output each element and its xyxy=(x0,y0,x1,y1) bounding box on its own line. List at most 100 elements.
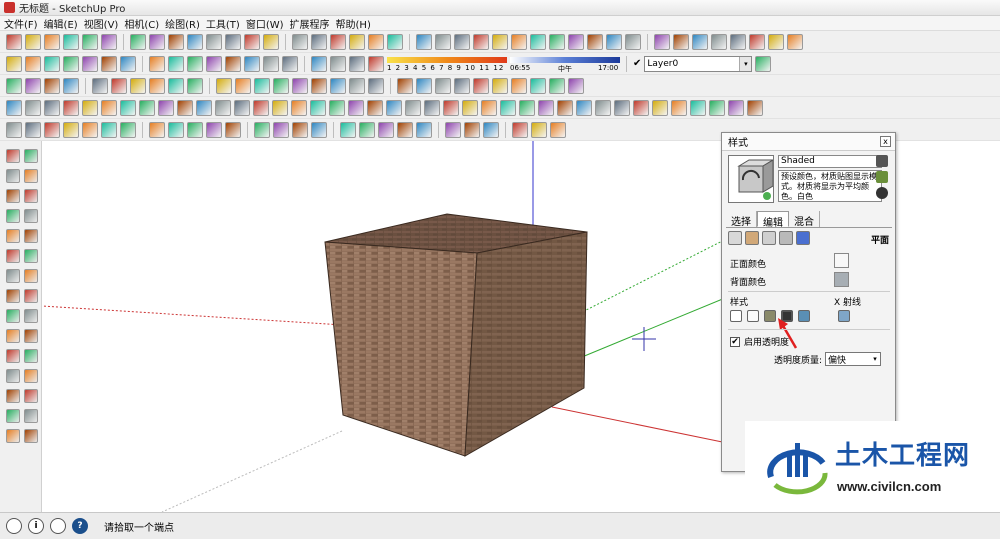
paint-tool-icon[interactable] xyxy=(6,169,20,183)
menu-help[interactable]: 帮助(H) xyxy=(336,16,377,31)
sandbox-tool-icon[interactable] xyxy=(606,33,622,50)
follow-me-tool-icon[interactable] xyxy=(24,289,38,303)
misc-tool-icon[interactable] xyxy=(787,33,803,50)
layer-tool-icon[interactable] xyxy=(44,77,60,94)
modify-tool-icon[interactable] xyxy=(272,99,288,116)
walk-tool-icon[interactable] xyxy=(340,121,356,138)
edge-settings-icon[interactable] xyxy=(728,231,742,245)
close-icon[interactable]: x xyxy=(880,136,891,147)
modify-tool-icon[interactable] xyxy=(139,99,155,116)
view-tool-icon[interactable] xyxy=(6,121,22,138)
drawing-tool-icon[interactable] xyxy=(101,33,117,50)
modify-tool-icon[interactable] xyxy=(747,99,763,116)
freehand-tool-icon[interactable] xyxy=(24,229,38,243)
menu-extensions[interactable]: 扩展程序 xyxy=(290,16,336,31)
edit-tool-icon[interactable] xyxy=(149,33,165,50)
layer-visible-check-icon[interactable]: ✔ xyxy=(633,58,641,69)
camera-tool-icon[interactable] xyxy=(273,121,289,138)
follow-tool-icon[interactable] xyxy=(120,55,136,72)
modify-tool-icon[interactable] xyxy=(367,99,383,116)
section-tool-icon[interactable] xyxy=(397,77,413,94)
modify-tool-icon[interactable] xyxy=(481,99,497,116)
eraser-tool-icon[interactable] xyxy=(24,169,38,183)
drawing-tool-icon[interactable] xyxy=(63,33,79,50)
modify-tool-icon[interactable] xyxy=(158,99,174,116)
solid-tool-icon[interactable] xyxy=(225,55,241,72)
section-tool-icon[interactable] xyxy=(454,77,470,94)
line-tool-icon[interactable] xyxy=(24,189,38,203)
solid-tool-icon[interactable] xyxy=(206,55,222,72)
modify-tool-icon[interactable] xyxy=(6,99,22,116)
user-account-icon[interactable] xyxy=(50,518,66,534)
pan-tool-icon[interactable] xyxy=(24,369,38,383)
location-tool-icon[interactable] xyxy=(216,77,232,94)
section-tool-icon[interactable] xyxy=(530,77,546,94)
3d-text-tool-icon[interactable] xyxy=(24,349,38,363)
orbit-tool-icon[interactable] xyxy=(6,369,20,383)
follow-tool-icon[interactable] xyxy=(82,55,98,72)
modify-tool-icon[interactable] xyxy=(386,99,402,116)
circle-tool-icon[interactable] xyxy=(6,209,20,223)
polygon-tool-icon[interactable] xyxy=(6,229,20,243)
look-around-tool-icon[interactable] xyxy=(6,429,20,443)
warehouse-tool-icon[interactable] xyxy=(130,77,146,94)
menu-camera[interactable]: 相机(C) xyxy=(124,16,165,31)
hidden-line-style-icon[interactable] xyxy=(747,310,759,322)
follow-tool-icon[interactable] xyxy=(25,55,41,72)
menu-window[interactable]: 窗口(W) xyxy=(246,16,290,31)
modify-tool-icon[interactable] xyxy=(44,99,60,116)
tab-select[interactable]: 选择 xyxy=(726,211,757,228)
follow-tool-icon[interactable] xyxy=(6,55,22,72)
modify-tool-icon[interactable] xyxy=(500,99,516,116)
modify-tool-icon[interactable] xyxy=(253,99,269,116)
shadow-tool-icon[interactable] xyxy=(368,55,384,72)
scene-tool-icon[interactable] xyxy=(531,121,547,138)
drawing-tool-icon[interactable] xyxy=(25,33,41,50)
section-tool-icon[interactable] xyxy=(511,77,527,94)
misc-tool-icon[interactable] xyxy=(692,33,708,50)
sandbox-tool-icon[interactable] xyxy=(416,33,432,50)
view-tool-icon[interactable] xyxy=(25,121,41,138)
sandbox-tool-icon[interactable] xyxy=(625,33,641,50)
face-settings-icon[interactable] xyxy=(745,231,759,245)
dimension-tool-icon[interactable] xyxy=(24,309,38,323)
modify-tool-icon[interactable] xyxy=(557,99,573,116)
modify-tool-icon[interactable] xyxy=(25,99,41,116)
position-tool-icon[interactable] xyxy=(149,121,165,138)
sandbox-tool-icon[interactable] xyxy=(511,33,527,50)
transparency-quality-select[interactable]: 偏快 ▾ xyxy=(825,352,882,366)
solid-tool-icon[interactable] xyxy=(282,55,298,72)
solid-tool-icon[interactable] xyxy=(149,55,165,72)
modify-tool-icon[interactable] xyxy=(538,99,554,116)
edit-tool-icon[interactable] xyxy=(168,33,184,50)
construction-tool-icon[interactable] xyxy=(387,33,403,50)
solid-tool-icon[interactable] xyxy=(187,55,203,72)
construction-tool-icon[interactable] xyxy=(311,33,327,50)
rectangle-tool-icon[interactable] xyxy=(6,189,20,203)
modify-tool-icon[interactable] xyxy=(633,99,649,116)
sandbox-tool-icon[interactable] xyxy=(549,33,565,50)
zoom-tool-icon[interactable] xyxy=(6,389,20,403)
tape-tool-icon[interactable] xyxy=(6,309,20,323)
xray-icon[interactable] xyxy=(838,310,850,322)
menu-tools[interactable]: 工具(T) xyxy=(206,16,246,31)
drawing-tool-icon[interactable] xyxy=(82,33,98,50)
scene-tool-icon[interactable] xyxy=(512,121,528,138)
edit-tool-icon[interactable] xyxy=(225,33,241,50)
zoom-window-tool-icon[interactable] xyxy=(24,389,38,403)
modify-tool-icon[interactable] xyxy=(196,99,212,116)
position-tool-icon[interactable] xyxy=(225,121,241,138)
position-tool-icon[interactable] xyxy=(206,121,222,138)
section-plane-tool-icon[interactable] xyxy=(24,429,38,443)
ext-tool-icon[interactable] xyxy=(445,121,461,138)
modify-tool-icon[interactable] xyxy=(519,99,535,116)
section-tool-icon[interactable] xyxy=(416,77,432,94)
misc-tool-icon[interactable] xyxy=(673,33,689,50)
ext-tool-icon[interactable] xyxy=(483,121,499,138)
text-tool-icon[interactable] xyxy=(24,329,38,343)
geo-location-icon[interactable] xyxy=(6,518,22,534)
style-name-input[interactable]: Shaded xyxy=(778,155,882,168)
camera-tool-icon[interactable] xyxy=(311,121,327,138)
location-tool-icon[interactable] xyxy=(330,77,346,94)
follow-tool-icon[interactable] xyxy=(101,55,117,72)
